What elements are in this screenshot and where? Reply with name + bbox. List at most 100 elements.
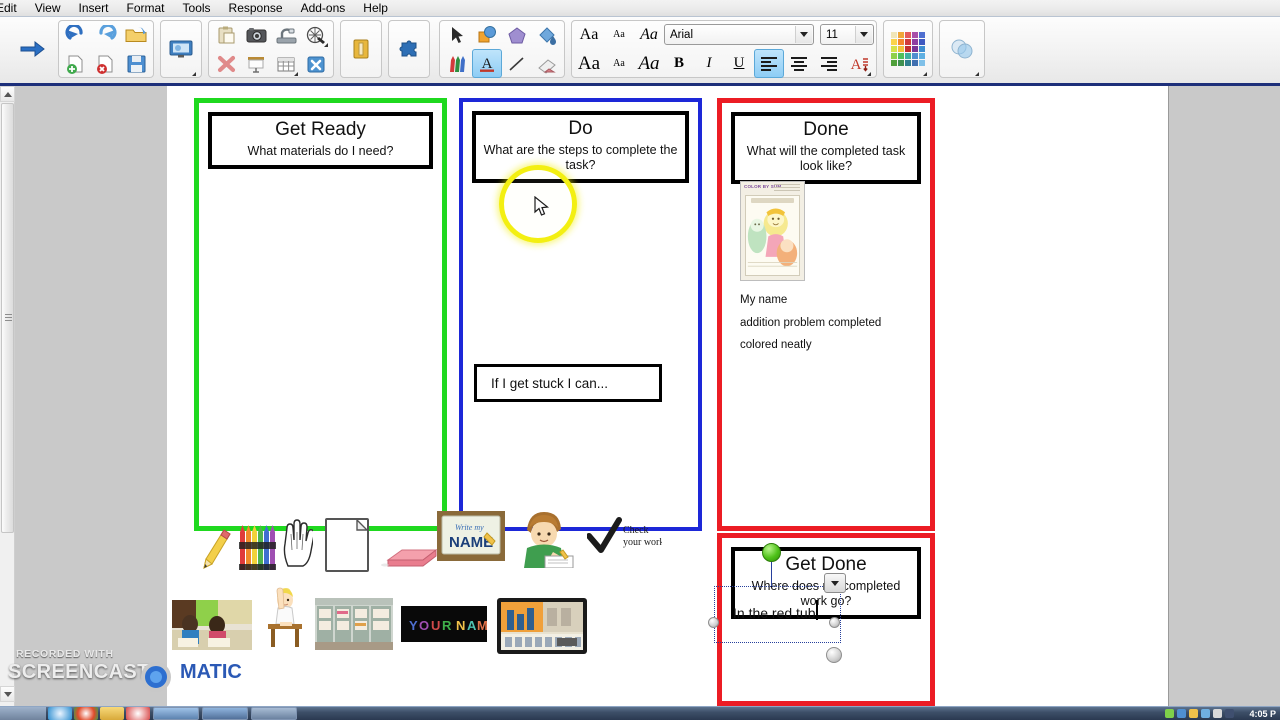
pens-icon[interactable] bbox=[442, 49, 472, 78]
tray-icon-5[interactable] bbox=[1213, 709, 1222, 718]
palette-caret-icon[interactable] bbox=[923, 72, 927, 76]
clipart-crayons[interactable] bbox=[237, 520, 277, 574]
polygon-icon[interactable] bbox=[502, 20, 532, 49]
bold-button[interactable]: B bbox=[664, 49, 694, 78]
puzzle-addon-icon[interactable] bbox=[391, 20, 427, 78]
clipart-write-my-name-card[interactable]: Write my NAME bbox=[437, 511, 505, 561]
underline-button[interactable]: U bbox=[724, 49, 754, 78]
resize-handle-corner[interactable] bbox=[826, 647, 842, 663]
font-name-select[interactable]: Arial bbox=[664, 24, 814, 45]
table-icon[interactable] bbox=[271, 49, 301, 78]
taskbar-window-snip[interactable] bbox=[251, 707, 297, 720]
align-center-button[interactable] bbox=[784, 49, 814, 78]
menu-item-help[interactable]: Help bbox=[354, 0, 397, 17]
presentation-caret-icon[interactable] bbox=[192, 72, 196, 76]
text-tool-icon[interactable]: A bbox=[472, 49, 502, 78]
transparency-caret-icon[interactable] bbox=[975, 72, 979, 76]
clipart-pencil[interactable] bbox=[199, 526, 235, 572]
panel-done[interactable]: Done What will the completed task look l… bbox=[717, 98, 935, 531]
align-left-button[interactable] bbox=[754, 49, 784, 78]
delete-x-icon[interactable] bbox=[211, 49, 241, 78]
selected-textbox[interactable]: In the red tub bbox=[714, 586, 841, 643]
increase-font-2-icon[interactable]: Aa bbox=[574, 49, 604, 78]
go-arrow-icon[interactable] bbox=[14, 20, 50, 78]
paste-icon[interactable] bbox=[211, 20, 241, 49]
redo-icon[interactable] bbox=[91, 20, 121, 49]
color-palette-icon[interactable] bbox=[886, 20, 930, 78]
clipart-hand-sign[interactable] bbox=[279, 514, 315, 570]
menu-item-insert[interactable]: Insert bbox=[69, 0, 117, 17]
worksheet-thumbnail[interactable]: COLOR BY SUM bbox=[740, 181, 805, 281]
resize-handle-left[interactable] bbox=[708, 617, 719, 628]
text-color-caret-icon[interactable] bbox=[867, 72, 871, 76]
font-name-dropdown-icon[interactable] bbox=[795, 26, 812, 43]
tray-icon-6[interactable] bbox=[1225, 709, 1234, 718]
panel-get-ready[interactable]: Get Ready What materials do I need? bbox=[194, 98, 447, 531]
start-button[interactable] bbox=[0, 706, 46, 720]
font-style-2-icon[interactable]: Aa bbox=[634, 49, 664, 78]
done-checklist-item[interactable]: addition problem completed bbox=[740, 312, 925, 335]
scanner-icon[interactable] bbox=[271, 20, 301, 49]
tray-icon-4[interactable] bbox=[1201, 709, 1210, 718]
clipart-blank-paper[interactable] bbox=[325, 518, 369, 572]
resize-handle-right[interactable] bbox=[829, 617, 840, 628]
undo-icon[interactable] bbox=[61, 20, 91, 49]
tray-icon-1[interactable] bbox=[1165, 709, 1174, 718]
system-tray[interactable] bbox=[1165, 709, 1234, 718]
presentation-monitor-icon[interactable] bbox=[163, 20, 199, 78]
text-color-button[interactable]: A bbox=[844, 49, 874, 78]
scroll-up-button[interactable] bbox=[0, 86, 15, 102]
menu-item-addons[interactable]: Add-ons bbox=[292, 0, 355, 17]
if-i-get-stuck-box[interactable]: If I get stuck I can... bbox=[474, 364, 662, 402]
font-size-dropdown-icon[interactable] bbox=[855, 26, 872, 43]
camera-icon[interactable] bbox=[241, 20, 271, 49]
done-checklist-item[interactable]: My name bbox=[740, 289, 925, 312]
record-caret-icon[interactable] bbox=[324, 43, 328, 47]
textbox-text[interactable]: In the red tub bbox=[733, 605, 816, 621]
wizard-icon[interactable] bbox=[301, 49, 331, 78]
taskbar-chrome-icon[interactable] bbox=[74, 707, 98, 720]
menu-item-response[interactable]: Response bbox=[220, 0, 292, 17]
done-checklist-item[interactable]: colored neatly bbox=[740, 334, 925, 357]
line-tool-icon[interactable] bbox=[502, 49, 532, 78]
clipart-your-name-banner[interactable]: Y O U R N A M bbox=[401, 606, 488, 642]
taskbar-internet-explorer-icon[interactable] bbox=[48, 707, 72, 720]
eraser-icon[interactable] bbox=[532, 49, 562, 78]
record-audio-icon[interactable] bbox=[301, 20, 331, 49]
clipart-boy-writing[interactable] bbox=[515, 506, 575, 569]
new-page-icon[interactable] bbox=[61, 49, 91, 78]
scrollbar-thumb[interactable] bbox=[1, 103, 14, 533]
save-icon[interactable] bbox=[121, 49, 151, 78]
menu-item-tools[interactable]: Tools bbox=[174, 0, 220, 17]
tray-icon-3[interactable] bbox=[1189, 709, 1198, 718]
panel-do[interactable]: Do What are the steps to complete the ta… bbox=[459, 98, 702, 531]
select-arrow-icon[interactable] bbox=[442, 20, 472, 49]
align-right-button[interactable] bbox=[814, 49, 844, 78]
taskbar-media-icon[interactable] bbox=[126, 707, 150, 720]
italic-button[interactable]: I bbox=[694, 49, 724, 78]
document-page[interactable]: Get Ready What materials do I need? Do W… bbox=[167, 86, 1169, 706]
clipart-check-your-work[interactable]: Check your work! bbox=[586, 516, 668, 560]
menu-item-format[interactable]: Format bbox=[118, 0, 174, 17]
taskbar-clock[interactable]: 4:05 P bbox=[1249, 709, 1276, 719]
font-size-select[interactable]: 11 bbox=[820, 24, 874, 45]
paint-bucket-icon[interactable] bbox=[532, 20, 562, 49]
decrease-font-2-icon[interactable]: Aa bbox=[604, 49, 634, 78]
taskbar-window-viewer[interactable] bbox=[202, 707, 248, 720]
vertical-scrollbar[interactable] bbox=[0, 86, 15, 720]
book-icon[interactable] bbox=[343, 20, 379, 78]
decrease-font-icon[interactable]: Aa bbox=[604, 20, 634, 49]
font-style-icon[interactable]: Aa bbox=[634, 20, 664, 49]
delete-page-icon[interactable] bbox=[91, 49, 121, 78]
textbox-dropdown-button[interactable] bbox=[824, 573, 846, 593]
shape-icon[interactable] bbox=[472, 20, 502, 49]
clipart-boy-raising-hand[interactable] bbox=[262, 586, 308, 650]
transparency-icon[interactable] bbox=[942, 20, 982, 78]
menu-item-edit[interactable]: Edit bbox=[0, 0, 26, 17]
taskbar-explorer-icon[interactable] bbox=[100, 707, 124, 720]
open-folder-icon[interactable] bbox=[121, 20, 151, 49]
tray-icon-2[interactable] bbox=[1177, 709, 1186, 718]
clipart-classroom-board-photo[interactable] bbox=[497, 598, 587, 654]
taskbar-window-boardmaker[interactable] bbox=[153, 707, 199, 720]
screen-icon[interactable] bbox=[241, 49, 271, 78]
